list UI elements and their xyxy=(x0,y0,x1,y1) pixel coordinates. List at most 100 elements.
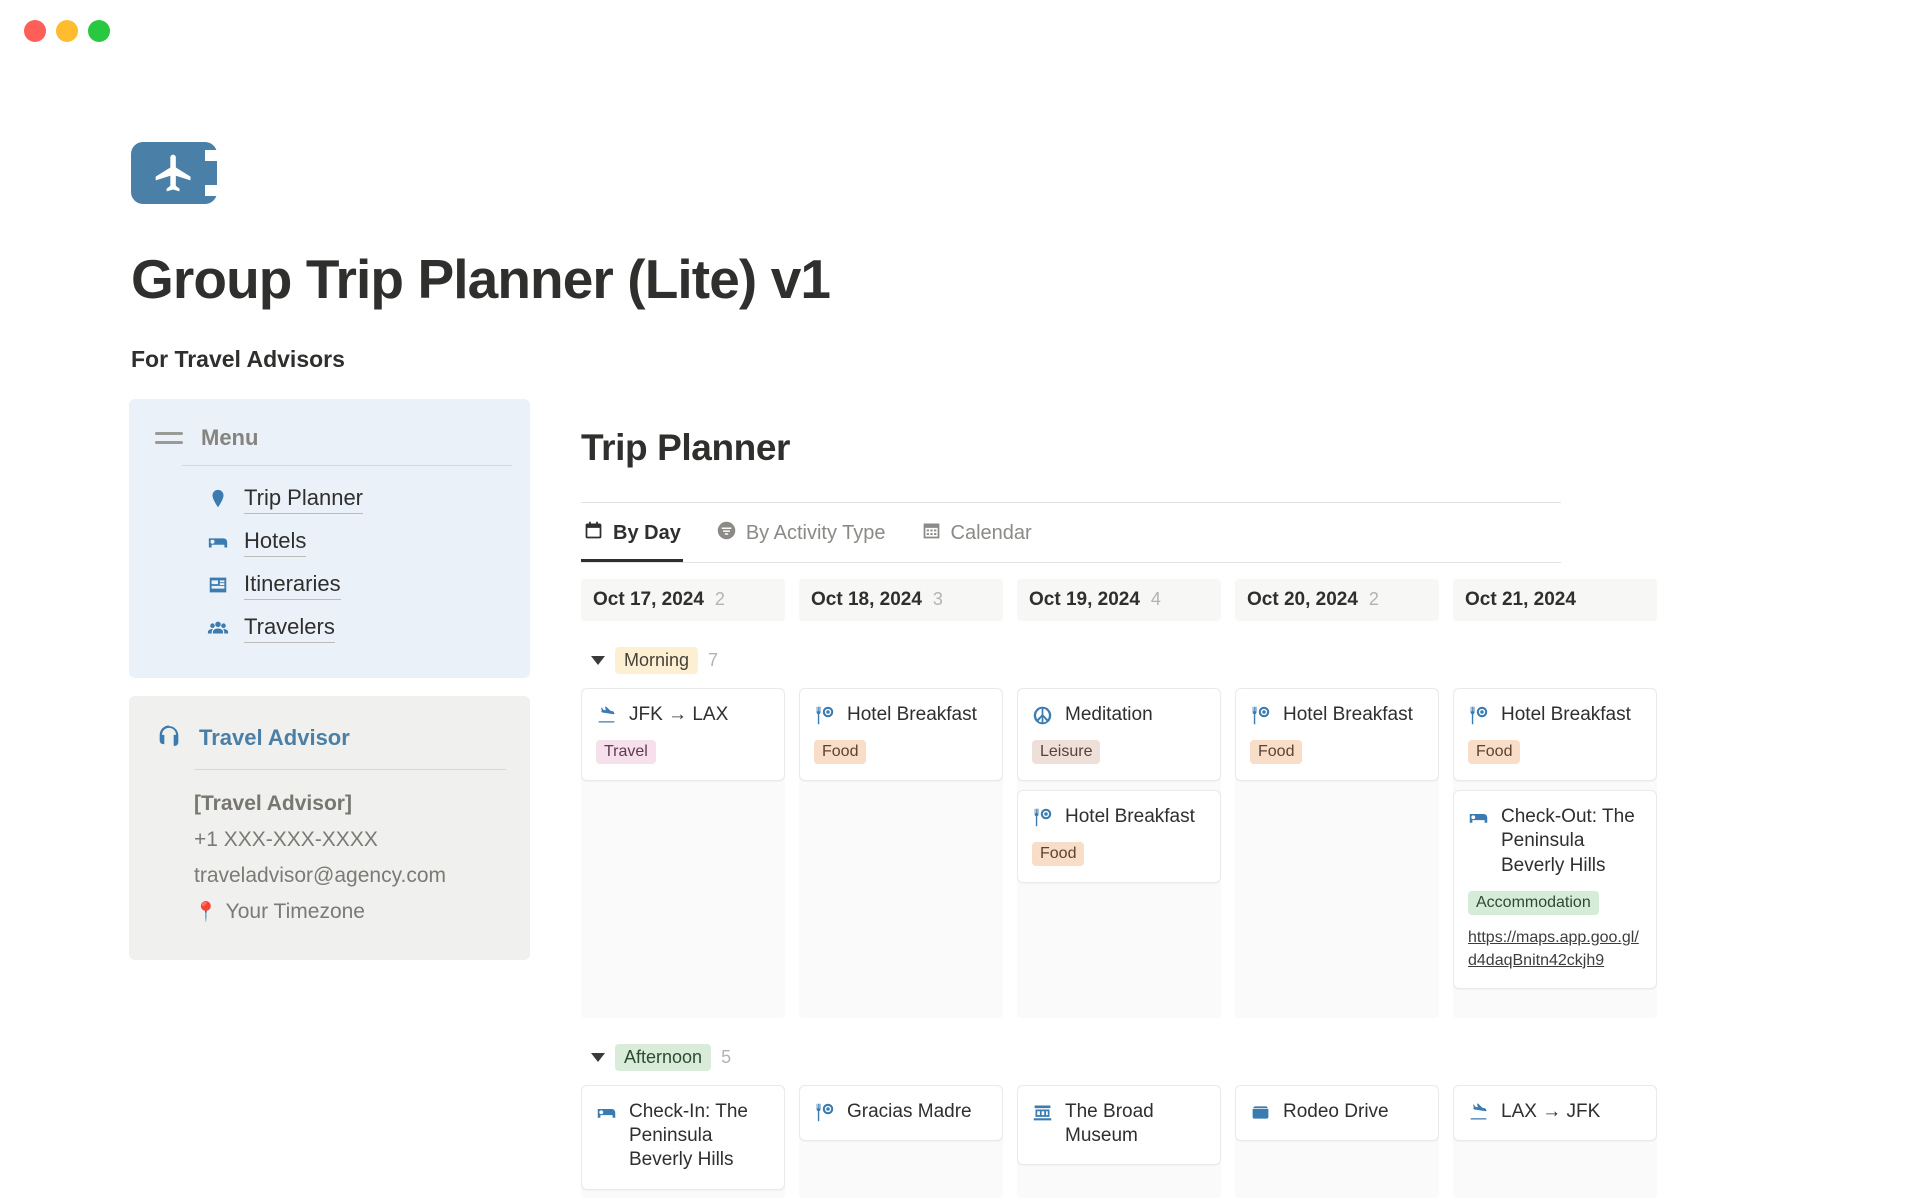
day-header[interactable]: Oct 19, 2024 4 xyxy=(1017,578,1221,621)
sidebar-item-travelers[interactable]: Travelers xyxy=(206,607,530,650)
page-subtitle: For Travel Advisors xyxy=(131,345,345,372)
card-title-row: Hotel Breakfast xyxy=(814,703,988,727)
day-count: 2 xyxy=(1368,588,1379,609)
card-tag: Travel xyxy=(596,740,656,765)
tab-by-day[interactable]: By Day xyxy=(581,503,683,562)
advisor-timezone: Your Timezone xyxy=(225,899,365,923)
day-count: 4 xyxy=(1150,588,1161,609)
menu-card: Menu Trip Planner Hotels Itineraries Tra… xyxy=(129,398,530,678)
card-title: The Broad Museum xyxy=(1065,1100,1154,1147)
tab-calendar[interactable]: Calendar xyxy=(919,503,1034,562)
day-header[interactable]: Oct 20, 2024 2 xyxy=(1235,578,1439,621)
card-title: Hotel Breakfast xyxy=(1283,703,1413,725)
activity-card[interactable]: The Broad Museum xyxy=(1017,1084,1221,1166)
day-date: Oct 20, 2024 xyxy=(1247,588,1358,610)
sidebar-item-hotels[interactable]: Hotels xyxy=(206,521,530,564)
activity-card[interactable]: Hotel Breakfast Food xyxy=(1017,790,1221,884)
activity-card[interactable]: Hotel Breakfast Food xyxy=(1235,687,1439,782)
card-tag: Food xyxy=(1032,842,1085,867)
card-tag: Accommodation xyxy=(1468,891,1599,915)
lane: JFK → LAX Travel xyxy=(581,687,785,1018)
group-badge: Morning xyxy=(615,646,699,674)
close-window-button[interactable] xyxy=(24,20,46,42)
card-tag: Food xyxy=(1468,740,1521,765)
lane: Hotel Breakfast Food xyxy=(799,687,1003,1018)
museum-icon xyxy=(1032,1102,1053,1123)
sidebar-item-trip-planner[interactable]: Trip Planner xyxy=(206,478,530,521)
tabs-bottom-divider xyxy=(581,561,1561,563)
group-header[interactable]: Morning 7 xyxy=(581,646,1920,674)
card-title: Check-Out: The Peninsula Beverly Hills xyxy=(1501,806,1635,876)
round-pushpin-icon: 📍 xyxy=(194,901,218,923)
people-icon xyxy=(206,616,230,640)
travel-advisor-title[interactable]: Travel Advisor xyxy=(199,725,350,751)
bed-icon xyxy=(206,530,230,554)
card-title-row: Rodeo Drive xyxy=(1250,1100,1424,1124)
page-header: Group Trip Planner (Lite) v1 For Travel … xyxy=(0,62,1920,373)
hamburger-icon[interactable] xyxy=(155,429,183,447)
card-url-link[interactable]: https://maps.app.goo.gl/d4daqBnitn42ckjh… xyxy=(1468,927,1642,972)
advisor-contact-list: [Travel Advisor] +1 XXX-XXX-XXXX travela… xyxy=(129,786,530,930)
travel-advisor-header: Travel Advisor xyxy=(129,722,530,755)
maximize-window-button[interactable] xyxy=(88,20,110,42)
advisor-phone: +1 XXX-XXX-XXXX xyxy=(194,827,378,851)
card-title: Hotel Breakfast xyxy=(847,703,977,725)
lane: Gracias Madre xyxy=(799,1084,1003,1198)
headset-icon xyxy=(155,722,183,755)
day-count: 3 xyxy=(932,588,943,609)
activity-card[interactable]: JFK → LAX Travel xyxy=(581,687,785,782)
chevron-down-icon[interactable] xyxy=(591,655,605,665)
activity-card[interactable]: Rodeo Drive xyxy=(1235,1084,1439,1142)
sidebar-item-itineraries[interactable]: Itineraries xyxy=(206,564,530,607)
shopping-icon xyxy=(1250,1102,1271,1123)
group-badge: Afternoon xyxy=(615,1043,712,1071)
activity-card[interactable]: Hotel Breakfast Food xyxy=(799,687,1003,782)
card-title: JFK → LAX xyxy=(629,703,729,725)
minimize-window-button[interactable] xyxy=(56,20,78,42)
lane: Check-In: The Peninsula Beverly Hills xyxy=(581,1084,785,1198)
card-title-row: Check-In: The Peninsula Beverly Hills xyxy=(596,1100,770,1173)
card-title: Gracias Madre xyxy=(847,1100,972,1122)
food-icon xyxy=(1468,705,1489,726)
menu-header: Menu xyxy=(129,425,530,451)
card-title-row: JFK → LAX xyxy=(596,703,770,727)
tab-by-activity-type[interactable]: By Activity Type xyxy=(714,503,888,562)
card-title-row: Hotel Breakfast xyxy=(1468,703,1642,727)
activity-card[interactable]: Gracias Madre xyxy=(799,1084,1003,1142)
day-header-row: Oct 17, 2024 2 Oct 18, 2024 3 Oct 19, 20… xyxy=(581,578,1920,621)
tab-label: By Day xyxy=(613,521,681,544)
sidebar: Menu Trip Planner Hotels Itineraries Tra… xyxy=(129,398,530,960)
airplane-icon xyxy=(131,142,218,204)
lane: Hotel Breakfast Food Check-Out: The Peni… xyxy=(1453,687,1657,1018)
card-title: Hotel Breakfast xyxy=(1501,703,1631,725)
activity-card[interactable]: LAX → JFK xyxy=(1453,1084,1657,1142)
view-tabs: By Day By Activity Type Calendar xyxy=(581,503,1920,562)
lane: Meditation Leisure Hotel Breakfast Food xyxy=(1017,687,1221,1018)
activity-card[interactable]: Check-Out: The Peninsula Beverly Hills A… xyxy=(1453,790,1657,990)
day-header[interactable]: Oct 21, 2024 xyxy=(1453,578,1657,621)
activity-card[interactable]: Meditation Leisure xyxy=(1017,687,1221,782)
card-title: Meditation xyxy=(1065,703,1153,725)
map-pin-icon xyxy=(206,487,230,511)
calendar-grid-icon xyxy=(921,520,942,547)
bed-icon xyxy=(596,1102,617,1123)
day-date: Oct 17, 2024 xyxy=(593,588,704,610)
advisor-email: traveladvisor@agency.com xyxy=(194,863,447,887)
chevron-down-icon[interactable] xyxy=(591,1052,605,1062)
window-title-bar xyxy=(0,0,1920,62)
menu-header-label: Menu xyxy=(201,424,259,450)
page-container: Group Trip Planner (Lite) v1 For Travel … xyxy=(0,62,1920,1200)
activity-card[interactable]: Check-In: The Peninsula Beverly Hills xyxy=(581,1084,785,1190)
day-header[interactable]: Oct 18, 2024 3 xyxy=(799,578,1003,621)
food-icon xyxy=(814,1102,835,1123)
main-panel: Trip Planner By Day By Activity Type Cal… xyxy=(530,399,1920,1198)
page-title: Group Trip Planner (Lite) v1 xyxy=(131,248,831,310)
advisor-divider xyxy=(194,768,506,770)
group-header[interactable]: Afternoon 5 xyxy=(581,1043,1920,1071)
airplane-departure-icon xyxy=(1468,1102,1489,1123)
activity-card[interactable]: Hotel Breakfast Food xyxy=(1453,687,1657,782)
day-header[interactable]: Oct 17, 2024 2 xyxy=(581,578,785,621)
peace-icon xyxy=(1032,705,1053,726)
bed-icon xyxy=(1468,807,1489,828)
card-title: Hotel Breakfast xyxy=(1065,806,1195,828)
